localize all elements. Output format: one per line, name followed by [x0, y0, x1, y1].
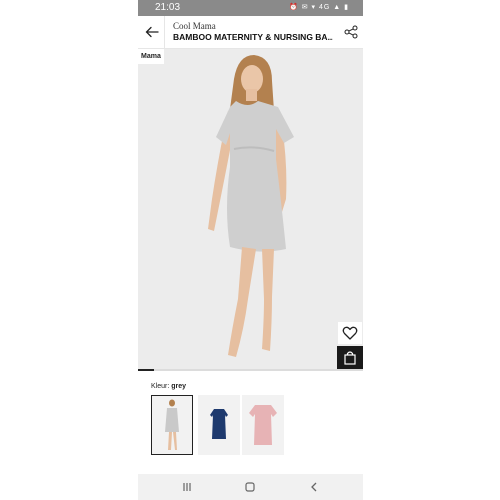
recents-icon[interactable] [180, 480, 194, 494]
heart-icon [342, 326, 358, 340]
arrow-left-icon[interactable] [144, 24, 160, 40]
favorite-button[interactable] [338, 322, 362, 344]
brand-name: Cool Mama [173, 21, 216, 31]
add-to-cart-button[interactable] [337, 346, 363, 370]
home-icon[interactable] [243, 480, 257, 494]
variant-pink-image [249, 405, 277, 445]
color-value: grey [171, 383, 187, 390]
color-label: Kleur: [151, 383, 170, 390]
status-bar: 21:03 ⏰ ✉ ▾ 4G ▲ ▮ [138, 0, 363, 16]
product-title: BAMBOO MATERNITY & NURSING BA... [173, 32, 333, 42]
variant-thumb-navy[interactable] [198, 395, 240, 455]
variant-thumb-grey[interactable] [151, 395, 193, 455]
image-carousel-progress [138, 369, 363, 371]
status-icons: ⏰ ✉ ▾ 4G ▲ ▮ [289, 4, 349, 11]
system-nav-bar [138, 474, 363, 500]
model-illustration [138, 49, 363, 370]
image-progress-fill [138, 369, 154, 371]
variant-grey-image [165, 399, 179, 450]
app-screen: 21:03 ⏰ ✉ ▾ 4G ▲ ▮ Cool Mama BAMBOO MATE… [138, 0, 363, 500]
variant-navy-image [210, 409, 228, 439]
product-image[interactable] [138, 49, 363, 370]
nav-back-icon[interactable] [307, 480, 321, 494]
brand-badge: Mama [138, 49, 164, 64]
header: Cool Mama BAMBOO MATERNITY & NURSING BA.… [138, 16, 363, 49]
status-time: 21:03 [155, 2, 181, 13]
shopping-bag-icon [344, 351, 356, 365]
color-selector-label: Kleur: grey [151, 382, 186, 391]
variant-thumb-pink[interactable] [242, 395, 284, 455]
divider [164, 16, 165, 48]
share-icon[interactable] [344, 25, 358, 39]
